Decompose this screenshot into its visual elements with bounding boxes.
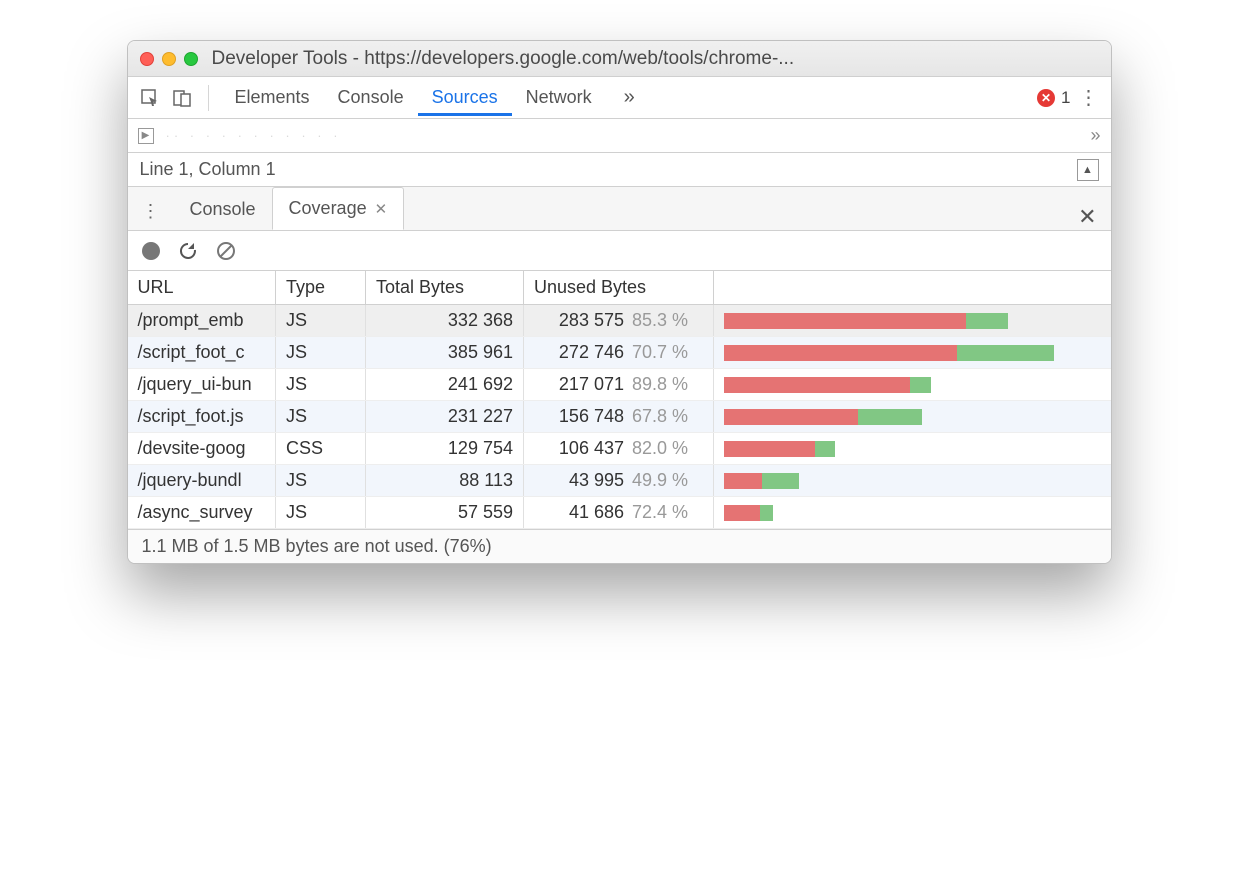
cell-total: 129 754 (366, 433, 524, 465)
cell-unused: 156 74867.8 % (524, 401, 714, 433)
minimize-icon[interactable] (162, 52, 176, 66)
sources-file-bar: ▶ ·· · · · · · · · · · · » (128, 119, 1111, 153)
col-header-bar (714, 271, 1111, 305)
col-header-total[interactable]: Total Bytes (366, 271, 524, 305)
cell-url: /async_survey (128, 497, 276, 529)
cell-usage-bar (714, 369, 1111, 401)
collapse-panel-icon[interactable]: ▲ (1077, 159, 1099, 181)
drawer-tab-coverage[interactable]: Coverage✕ (272, 187, 405, 230)
run-snippet-icon[interactable]: ▶ (138, 128, 154, 144)
cell-url: /script_foot.js (128, 401, 276, 433)
window-controls (140, 52, 198, 66)
cell-type: JS (276, 305, 366, 337)
cell-type: JS (276, 497, 366, 529)
cell-type: JS (276, 465, 366, 497)
cell-total: 241 692 (366, 369, 524, 401)
cell-total: 231 227 (366, 401, 524, 433)
overflow-icon[interactable]: » (1090, 125, 1100, 146)
table-row[interactable]: /devsite-googCSS129 754106 43782.0 % (128, 433, 1111, 465)
cell-usage-bar (714, 401, 1111, 433)
col-header-url[interactable]: URL (128, 271, 276, 305)
cell-url: /jquery_ui-bun (128, 369, 276, 401)
error-count-value: 1 (1061, 88, 1070, 108)
cell-unused: 43 99549.9 % (524, 465, 714, 497)
cell-unused: 41 68672.4 % (524, 497, 714, 529)
table-row[interactable]: /jquery-bundlJS88 11343 99549.9 % (128, 465, 1111, 497)
panel-tab-console[interactable]: Console (324, 79, 418, 116)
table-row[interactable]: /script_foot_cJS385 961272 74670.7 % (128, 337, 1111, 369)
maximize-icon[interactable] (184, 52, 198, 66)
cursor-position: Line 1, Column 1 (140, 159, 276, 180)
cell-total: 57 559 (366, 497, 524, 529)
cell-unused: 272 74670.7 % (524, 337, 714, 369)
coverage-toolbar (128, 231, 1111, 271)
cell-type: JS (276, 401, 366, 433)
kebab-menu-icon[interactable]: ⋮ (1075, 84, 1103, 112)
cell-usage-bar (714, 497, 1111, 529)
col-header-unused[interactable]: Unused Bytes (524, 271, 714, 305)
cell-usage-bar (714, 337, 1111, 369)
cell-unused: 217 07189.8 % (524, 369, 714, 401)
inspect-icon[interactable] (136, 84, 164, 112)
error-count[interactable]: ✕ 1 (1037, 88, 1070, 108)
devtools-window: Developer Tools - https://developers.goo… (127, 40, 1112, 564)
panel-tab-elements[interactable]: Elements (221, 79, 324, 116)
titlebar: Developer Tools - https://developers.goo… (128, 41, 1111, 77)
cell-usage-bar (714, 465, 1111, 497)
cell-total: 385 961 (366, 337, 524, 369)
table-row[interactable]: /prompt_embJS332 368283 57585.3 % (128, 305, 1111, 337)
cell-unused: 283 57585.3 % (524, 305, 714, 337)
close-drawer-icon[interactable]: ✕ (1064, 204, 1110, 230)
cell-url: /jquery-bundl (128, 465, 276, 497)
device-toggle-icon[interactable] (168, 84, 196, 112)
drawer-menu-icon[interactable]: ⋮ (128, 193, 174, 230)
cell-unused: 106 43782.0 % (524, 433, 714, 465)
panel-tab-network[interactable]: Network (512, 79, 606, 116)
coverage-table: URL Type Total Bytes Unused Bytes /promp… (128, 271, 1111, 529)
panel-tabs: ElementsConsoleSourcesNetwork (221, 79, 606, 116)
cell-type: JS (276, 337, 366, 369)
record-icon[interactable] (142, 242, 160, 260)
error-icon: ✕ (1037, 89, 1055, 107)
cell-usage-bar (714, 305, 1111, 337)
cell-url: /devsite-goog (128, 433, 276, 465)
reload-icon[interactable] (178, 241, 198, 261)
table-row[interactable]: /jquery_ui-bunJS241 692217 07189.8 % (128, 369, 1111, 401)
status-line: Line 1, Column 1 ▲ (128, 153, 1111, 187)
coverage-summary: 1.1 MB of 1.5 MB bytes are not used. (76… (128, 529, 1111, 563)
panel-tab-sources[interactable]: Sources (418, 79, 512, 116)
obscured-text: ·· · · · · · · · · · · (166, 128, 342, 143)
cell-type: JS (276, 369, 366, 401)
close-icon[interactable] (140, 52, 154, 66)
cell-total: 88 113 (366, 465, 524, 497)
cell-url: /prompt_emb (128, 305, 276, 337)
cell-usage-bar (714, 433, 1111, 465)
clear-icon[interactable] (216, 241, 236, 261)
main-toolbar: ElementsConsoleSourcesNetwork » ✕ 1 ⋮ (128, 77, 1111, 119)
table-row[interactable]: /script_foot.jsJS231 227156 74867.8 % (128, 401, 1111, 433)
cell-total: 332 368 (366, 305, 524, 337)
table-row[interactable]: /async_surveyJS57 55941 68672.4 % (128, 497, 1111, 529)
drawer-tabs: ⋮ ConsoleCoverage✕ ✕ (128, 187, 1111, 231)
overflow-tabs-icon[interactable]: » (610, 78, 649, 117)
window-title: Developer Tools - https://developers.goo… (212, 48, 1099, 70)
close-tab-icon[interactable]: ✕ (375, 201, 388, 218)
col-header-type[interactable]: Type (276, 271, 366, 305)
cell-url: /script_foot_c (128, 337, 276, 369)
cell-type: CSS (276, 433, 366, 465)
drawer-tab-console[interactable]: Console (174, 189, 272, 230)
